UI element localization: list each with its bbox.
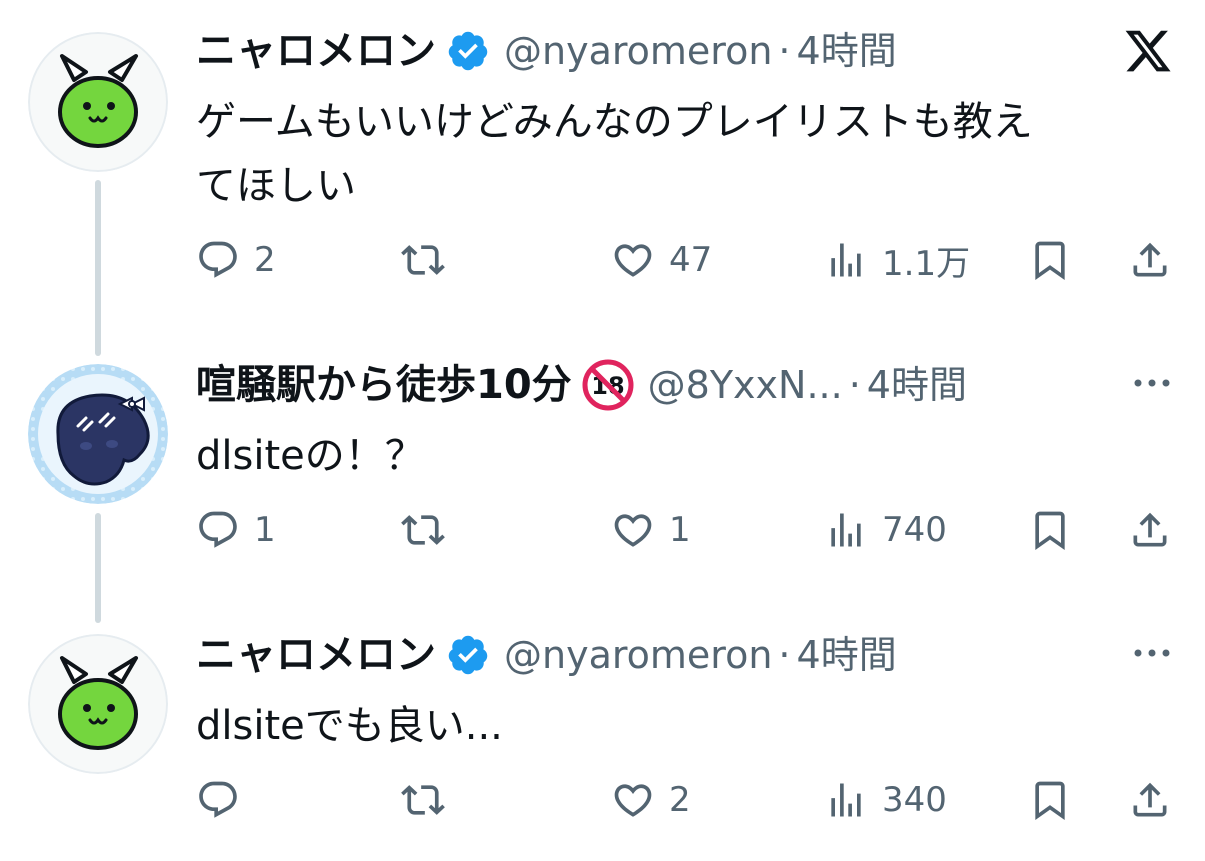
tweet-header: ニャロメロン @nyaromeron · 4時間 <box>196 26 1175 76</box>
bookmark-icon <box>1035 781 1065 821</box>
like-count: 2 <box>669 780 691 820</box>
share-icon <box>1133 782 1167 817</box>
bookmark-icon <box>1035 241 1065 281</box>
retweet-icon <box>401 245 445 275</box>
bookmark-button[interactable] <box>1028 232 1072 288</box>
action-bar: 2 340 <box>196 772 1176 828</box>
verified-badge-icon <box>448 31 488 71</box>
handle[interactable]: @nyaromeron <box>504 26 772 76</box>
retweet-button[interactable] <box>401 232 459 288</box>
reply-icon <box>199 511 237 548</box>
action-bar: 1 1 740 <box>196 502 1176 558</box>
tweet-body: ニャロメロン @nyaromeron · 4時間 dlsiteでも良い... <box>196 630 1175 758</box>
display-name[interactable]: ニャロメロン <box>196 630 436 680</box>
retweet-icon <box>401 785 445 815</box>
share-button[interactable] <box>1128 232 1172 288</box>
tweet-text: ゲームもいいけどみんなのプレイリストも教え てほしい <box>196 90 1146 218</box>
share-icon <box>1133 512 1167 547</box>
views-button[interactable]: 740 <box>824 502 947 558</box>
tweet-text-line: ゲームもいいけどみんなのプレイリストも教え <box>196 99 1033 145</box>
verified-badge-icon <box>448 635 488 675</box>
tweet-text-line: dlsiteの！？ <box>196 433 425 479</box>
bookmark-button[interactable] <box>1028 772 1072 828</box>
like-button[interactable]: 47 <box>611 232 712 288</box>
views-button[interactable]: 1.1万 <box>824 232 970 288</box>
tweet-body: ニャロメロン @nyaromeron · 4時間 ゲームもいいけどみんなのプレイ… <box>196 26 1175 218</box>
tweet-text: dlsiteでも良い... <box>196 694 1146 758</box>
retweet-button[interactable] <box>401 772 459 828</box>
reply-button[interactable]: 1 <box>196 502 276 558</box>
tweet-2[interactable]: 喧騒駅から徒歩10分 18 @8YxxN... · 4時間 dlsiteの！？ <box>0 330 1205 623</box>
views-icon <box>831 783 861 817</box>
x-logo-icon <box>1125 30 1171 72</box>
tweet-thread: ニャロメロン @nyaromeron · 4時間 ゲームもいいけどみんなのプレイ… <box>0 0 1205 861</box>
tweet-3[interactable]: ニャロメロン @nyaromeron · 4時間 dlsiteでも良い... 2… <box>0 600 1205 861</box>
more-icon[interactable] <box>1129 630 1175 676</box>
timestamp[interactable]: 4時間 <box>797 26 897 76</box>
handle[interactable]: @nyaromeron <box>504 630 772 680</box>
share-icon <box>1133 242 1167 277</box>
heart-icon <box>614 514 652 547</box>
like-button[interactable]: 1 <box>611 502 691 558</box>
heart-icon <box>614 784 652 817</box>
tweet-text: dlsiteの！？ <box>196 424 1146 488</box>
display-name[interactable]: ニャロメロン <box>196 26 436 76</box>
separator-dot: · <box>778 633 791 677</box>
bookmark-button[interactable] <box>1028 502 1072 558</box>
like-button[interactable]: 2 <box>611 772 691 828</box>
share-button[interactable] <box>1128 502 1172 558</box>
handle[interactable]: @8YxxN... <box>648 360 843 410</box>
reply-button[interactable]: 2 <box>196 232 276 288</box>
separator-dot: · <box>778 29 791 73</box>
reply-button[interactable] <box>196 772 254 828</box>
tweet-header: ニャロメロン @nyaromeron · 4時間 <box>196 630 1175 680</box>
heart-icon <box>614 244 652 277</box>
tweet-header: 喧騒駅から徒歩10分 18 @8YxxN... · 4時間 <box>196 359 1175 411</box>
avatar-8yxxn[interactable] <box>28 364 168 504</box>
display-name[interactable]: 喧騒駅から徒歩10分 <box>196 360 572 410</box>
reply-count: 1 <box>254 510 276 550</box>
views-count: 740 <box>882 510 947 550</box>
share-button[interactable] <box>1128 772 1172 828</box>
action-bar: 2 47 1.1万 <box>196 232 1176 288</box>
reply-icon <box>199 241 237 278</box>
more-icon[interactable] <box>1129 360 1175 406</box>
separator-dot: · <box>848 363 861 407</box>
tweet-text-line: てほしい <box>196 163 356 209</box>
bookmark-icon <box>1035 511 1065 551</box>
views-count: 1.1万 <box>882 243 971 284</box>
tweet-text-line: dlsiteでも良い... <box>196 703 503 749</box>
retweet-button[interactable] <box>401 502 459 558</box>
tweet-1[interactable]: ニャロメロン @nyaromeron · 4時間 ゲームもいいけどみんなのプレイ… <box>0 0 1205 356</box>
avatar-nyaromeron[interactable] <box>28 32 168 172</box>
avatar-nyaromeron[interactable] <box>28 634 168 774</box>
reply-icon <box>199 781 237 818</box>
views-count: 340 <box>882 780 947 820</box>
reply-count: 2 <box>254 240 276 280</box>
views-button[interactable]: 340 <box>824 772 947 828</box>
retweet-icon <box>401 515 445 545</box>
timestamp[interactable]: 4時間 <box>867 360 967 410</box>
adult-18-icon: 18 <box>582 359 634 411</box>
tweet-body: 喧騒駅から徒歩10分 18 @8YxxN... · 4時間 dlsiteの！？ <box>196 359 1175 488</box>
views-icon <box>831 513 861 547</box>
like-count: 47 <box>669 240 713 280</box>
like-count: 1 <box>669 510 691 550</box>
views-icon <box>831 243 861 277</box>
timestamp[interactable]: 4時間 <box>797 630 897 680</box>
